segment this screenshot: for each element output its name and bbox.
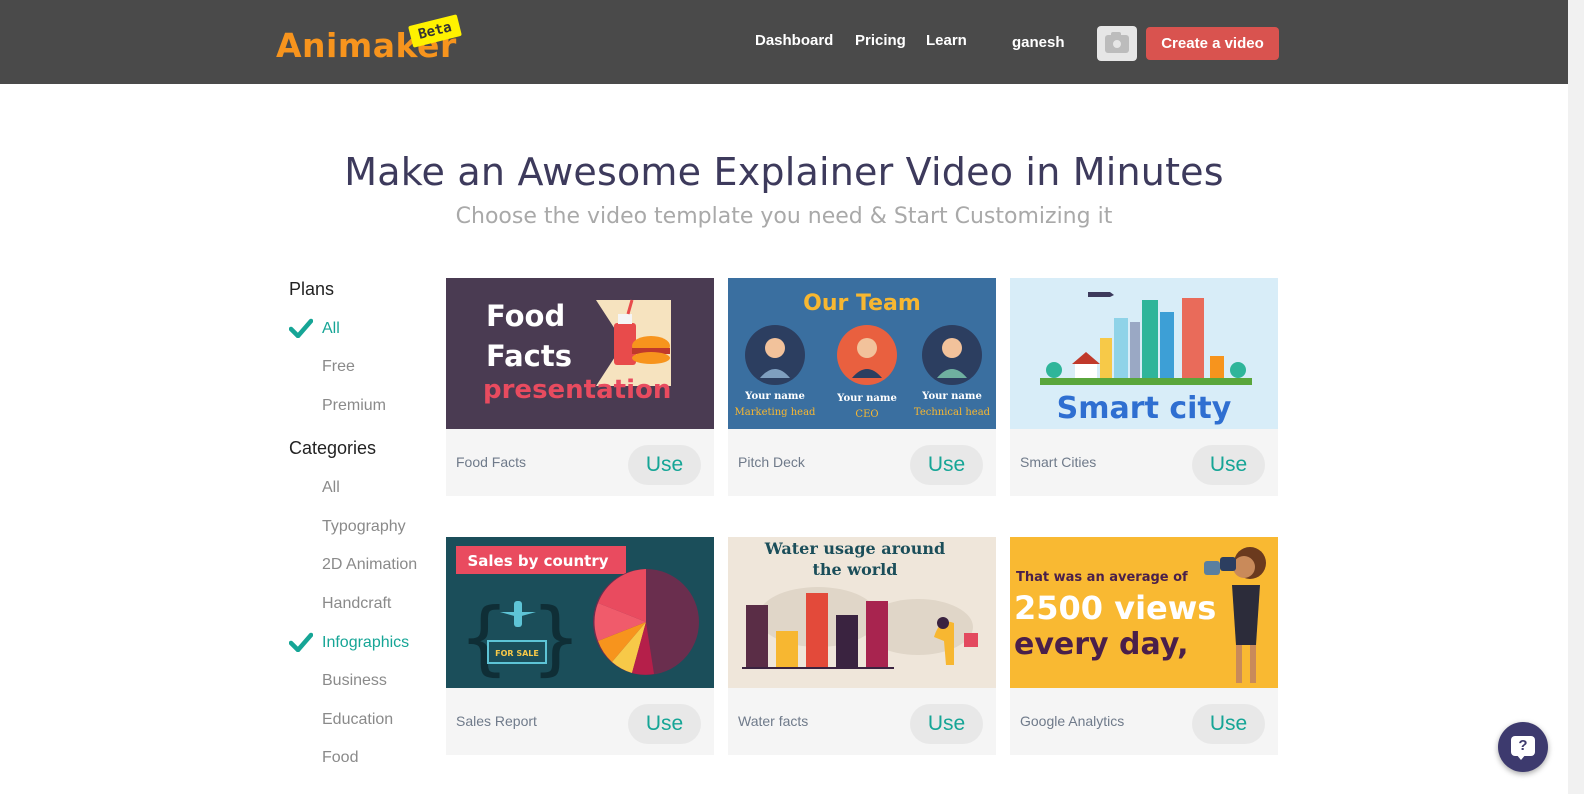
thumb-text: 2500 views (1014, 589, 1216, 627)
category-handcraft[interactable]: Handcraft (322, 595, 391, 613)
thumb-text: Technical head (914, 407, 991, 418)
category-infographics[interactable]: Infographics (322, 634, 409, 652)
plan-free[interactable]: Free (322, 358, 355, 376)
use-button[interactable]: Use (628, 704, 701, 744)
template-card-google-analytics[interactable]: That was an average of 2500 views every … (1010, 537, 1278, 755)
category-2d-animation[interactable]: 2D Animation (322, 556, 417, 574)
category-all[interactable]: All (322, 479, 340, 497)
thumb-text: every day, (1014, 627, 1188, 662)
smart-cities-thumbnail[interactable]: Smart city (1010, 278, 1278, 429)
nav-pricing[interactable]: Pricing (855, 32, 906, 49)
thumb-text: presentation (483, 375, 671, 405)
use-button[interactable]: Use (1192, 704, 1265, 744)
template-card-smart-cities[interactable]: Smart city Smart Cities Use (1010, 278, 1278, 496)
plan-all[interactable]: All (322, 320, 340, 338)
svg-text:{: { (460, 591, 508, 684)
nav-learn[interactable]: Learn (926, 32, 967, 49)
nav-dashboard[interactable]: Dashboard (755, 32, 833, 49)
card-title: Pitch Deck (738, 454, 805, 470)
template-card-sales-report[interactable]: Sales by country { } FOR SALE Sales Repo… (446, 537, 714, 755)
thumb-text: Food (486, 299, 565, 333)
template-card-food-facts[interactable]: Food Facts presentation Food Facts Use (446, 278, 714, 496)
help-chat-button[interactable]: ? (1498, 722, 1548, 772)
card-title: Google Analytics (1020, 713, 1125, 729)
plans-heading: Plans (289, 279, 335, 299)
food-facts-thumbnail[interactable]: Food Facts presentation (446, 278, 714, 429)
thumb-text: Facts (486, 339, 572, 373)
category-education[interactable]: Education (322, 711, 393, 729)
thumb-text: Our Team (803, 291, 921, 316)
check-icon (289, 632, 313, 652)
top-navbar: Animaker Beta Dashboard Pricing Learn ga… (0, 0, 1568, 84)
use-button[interactable]: Use (628, 445, 701, 485)
category-business[interactable]: Business (322, 672, 387, 690)
use-button[interactable]: Use (910, 704, 983, 744)
categories-heading: Categories (289, 438, 377, 458)
thumb-text: Your name (836, 393, 897, 404)
thumb-text: Sales by country (467, 552, 608, 570)
thumb-text: Water usage around (764, 539, 945, 558)
pitch-deck-thumbnail[interactable]: Our Team Your name Your name Your name M… (728, 278, 996, 429)
card-title: Water facts (738, 713, 809, 729)
card-title: Smart Cities (1020, 454, 1097, 470)
plan-premium[interactable]: Premium (322, 397, 386, 415)
thumb-text: the world (813, 560, 898, 579)
page-scrollbar[interactable] (1568, 0, 1584, 794)
thumb-text: Your name (744, 391, 805, 402)
google-analytics-thumbnail[interactable]: That was an average of 2500 views every … (1010, 537, 1278, 688)
thumb-text: That was an average of (1016, 570, 1188, 585)
avatar[interactable] (1097, 26, 1137, 61)
template-card-pitch-deck[interactable]: Our Team Your name Your name Your name M… (728, 278, 996, 496)
category-typography[interactable]: Typography (322, 518, 406, 536)
thumb-text: Smart city (1057, 391, 1232, 426)
template-card-water-facts[interactable]: Water usage around the world Water facts… (728, 537, 996, 755)
use-button[interactable]: Use (1192, 445, 1265, 485)
thumb-text: FOR SALE (495, 649, 539, 658)
svg-text:}: } (532, 591, 580, 684)
page-title: Make an Awesome Explainer Video in Minut… (344, 150, 1224, 194)
water-facts-thumbnail[interactable]: Water usage around the world (728, 537, 996, 688)
user-name[interactable]: ganesh (1012, 34, 1065, 51)
page-subtitle: Choose the video template you need & Sta… (455, 204, 1113, 229)
category-food[interactable]: Food (322, 749, 358, 767)
card-title: Food Facts (456, 454, 527, 470)
thumb-text: CEO (855, 409, 878, 420)
thumb-text: Your name (921, 391, 982, 402)
thumb-text: Marketing head (735, 407, 817, 418)
use-button[interactable]: Use (910, 445, 983, 485)
sales-report-thumbnail[interactable]: Sales by country { } FOR SALE (446, 537, 714, 688)
create-video-button[interactable]: Create a video (1146, 27, 1279, 60)
check-icon (289, 318, 313, 338)
card-title: Sales Report (456, 713, 537, 729)
